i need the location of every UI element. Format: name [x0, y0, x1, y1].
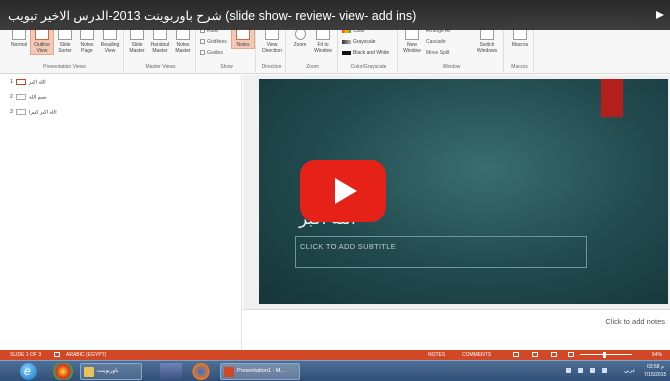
- outline-panel: 1 الله اكبر 2 بسم الله 3 الله اكبر كبيرا: [0, 75, 242, 350]
- mail-task[interactable]: [160, 363, 182, 380]
- clock-time[interactable]: 03:58 م: [647, 364, 664, 370]
- clock-date[interactable]: 7/15/2015: [644, 372, 666, 378]
- network-icon[interactable]: [578, 368, 583, 373]
- proofing-icon[interactable]: [54, 352, 60, 357]
- notes-status-button[interactable]: NOTES: [428, 352, 445, 358]
- move-split-button[interactable]: Move Split: [426, 50, 449, 56]
- reading-view-button[interactable]: Reading View: [99, 28, 121, 54]
- zoom-button[interactable]: Zoom: [289, 28, 311, 48]
- switch-windows-button[interactable]: Switch Windows: [476, 28, 498, 54]
- normal-view-button[interactable]: Normal: [8, 28, 30, 48]
- group-color-grayscale: Color Grayscale Black and White Color/Gr…: [340, 26, 398, 72]
- notes-toggle-button[interactable]: Notes: [231, 27, 255, 49]
- slide-icon: [16, 109, 26, 115]
- folder-task[interactable]: باوربوينت: [80, 363, 142, 380]
- folder-icon: [84, 367, 94, 377]
- notes-master-button[interactable]: Notes Master: [172, 28, 194, 54]
- grayscale-swatch-icon: [342, 39, 351, 44]
- tray-arrow-icon[interactable]: [566, 368, 571, 373]
- outline-item[interactable]: 3 الله اكبر كبيرا: [10, 109, 57, 115]
- video-title-bar: شرح باوربوينت 2013-الدرس الاخير تبويب (s…: [0, 0, 670, 30]
- grayscale-button[interactable]: Grayscale: [342, 39, 376, 45]
- windows-taskbar: e باوربوينت Presentation1 - M... عربي 03…: [0, 360, 670, 381]
- black-and-white-button[interactable]: Black and White: [342, 50, 389, 56]
- group-show: Ruler Gridlines Guides Notes Show: [198, 26, 256, 72]
- reading-view-status-icon[interactable]: [551, 352, 557, 357]
- group-zoom: Zoom Fit to Window Zoom: [288, 26, 338, 72]
- group-label: Presentation Views: [43, 64, 86, 70]
- group-label: Color/Grayscale: [350, 64, 387, 70]
- keyboard-language[interactable]: عربي: [624, 368, 635, 374]
- powerpoint-icon: [224, 367, 234, 377]
- group-master-views: Slide Master Handout Master Notes Master…: [126, 26, 196, 72]
- group-direction: View Direction Direction: [258, 26, 286, 72]
- checkbox-icon: [200, 39, 205, 45]
- view-direction-button[interactable]: View Direction: [261, 28, 283, 54]
- zoom-slider[interactable]: [580, 354, 632, 355]
- slide-sorter-button[interactable]: Slide Sorter: [54, 28, 76, 54]
- notes-hint: Click to add notes: [605, 317, 665, 326]
- slide-accent-bar: [601, 79, 623, 117]
- flag-icon[interactable]: [602, 368, 607, 373]
- zoom-slider-thumb[interactable]: [603, 352, 606, 358]
- new-window-button[interactable]: New Window: [401, 28, 423, 54]
- group-label: Window: [442, 64, 461, 70]
- fit-to-window-button[interactable]: Fit to Window: [312, 28, 334, 54]
- group-window: New Window Arrange All Cascade Move Spli…: [400, 26, 504, 72]
- comments-status-button[interactable]: COMMENTS: [462, 352, 491, 358]
- slide-icon: [16, 79, 26, 85]
- group-label: Show: [220, 64, 233, 70]
- slide-sorter-status-icon[interactable]: [532, 352, 538, 357]
- status-bar: SLIDE 1 OF 3 ARABIC (EGYPT) NOTES COMMEN…: [0, 350, 670, 360]
- normal-view-status-icon[interactable]: [513, 352, 519, 357]
- notes-pane[interactable]: Click to add notes: [243, 309, 670, 350]
- subtitle-placeholder[interactable]: CLICK TO ADD SUBTITLE: [295, 236, 587, 268]
- slide-counter: SLIDE 1 OF 3: [10, 352, 42, 358]
- macros-button[interactable]: Macros: [509, 28, 531, 48]
- group-presentation-views: Normal Outline View Slide Sorter Notes P…: [6, 26, 124, 72]
- volume-icon[interactable]: [590, 368, 595, 373]
- group-label: Zoom: [306, 64, 319, 70]
- group-label: Direction: [261, 64, 282, 70]
- windows-logo-icon: e: [24, 364, 31, 378]
- group-macros: Macros Macros: [506, 26, 534, 72]
- chrome-task[interactable]: [52, 363, 74, 380]
- group-label: Macros: [511, 64, 528, 70]
- outline-item[interactable]: 1 الله اكبر: [10, 79, 46, 85]
- start-button[interactable]: e: [20, 363, 37, 380]
- powerpoint-task[interactable]: Presentation1 - M...: [220, 363, 300, 380]
- gridlines-checkbox[interactable]: Gridlines: [200, 39, 227, 45]
- slide-master-button[interactable]: Slide Master: [126, 28, 148, 54]
- cascade-button[interactable]: Cascade: [426, 39, 446, 45]
- group-label: Master Views: [145, 64, 176, 70]
- guides-checkbox[interactable]: Guides: [200, 50, 223, 56]
- language-indicator[interactable]: ARABIC (EGYPT): [66, 352, 106, 358]
- outline-view-button[interactable]: Outline View: [30, 27, 54, 55]
- play-icon: [335, 178, 357, 204]
- firefox-task[interactable]: [190, 363, 212, 380]
- zoom-level[interactable]: 64%: [652, 352, 662, 358]
- share-icon[interactable]: [654, 8, 666, 22]
- slide-icon: [16, 94, 26, 100]
- notes-page-button[interactable]: Notes Page: [76, 28, 98, 54]
- ribbon-view-tab: Normal Outline View Slide Sorter Notes P…: [0, 24, 670, 74]
- outline-item[interactable]: 2 بسم الله: [10, 94, 47, 100]
- black-white-swatch-icon: [342, 50, 351, 55]
- checkbox-icon: [200, 50, 205, 56]
- video-title[interactable]: شرح باوربوينت 2013-الدرس الاخير تبويب (s…: [8, 8, 416, 23]
- handout-master-button[interactable]: Handout Master: [149, 28, 171, 54]
- slideshow-status-icon[interactable]: [568, 352, 574, 357]
